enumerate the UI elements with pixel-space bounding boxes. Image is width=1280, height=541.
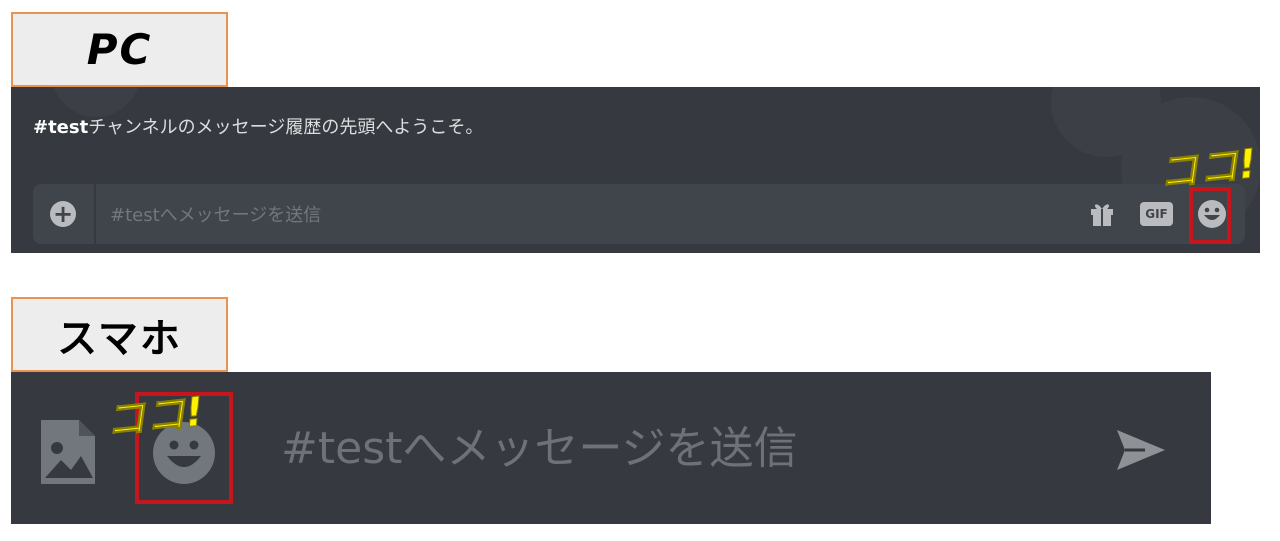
pc-chat-panel: #testチャンネルのメッセージ履歴の先頭へようこそ。 + GIF (11, 87, 1260, 253)
pc-section-label: PC (11, 12, 228, 87)
callout-text: ココ! (1156, 140, 1260, 197)
send-icon[interactable] (1115, 428, 1167, 472)
message-composer: + GIF (33, 184, 1245, 244)
message-input[interactable] (279, 417, 1043, 479)
callout-text: ココ! (103, 388, 207, 445)
gift-icon[interactable] (1087, 199, 1117, 229)
emoji-highlight-box (1189, 187, 1231, 244)
welcome-message: チャンネルのメッセージ履歴の先頭へようこそ。 (88, 117, 484, 138)
attach-plus-icon[interactable]: + (50, 201, 76, 227)
gif-button[interactable]: GIF (1140, 202, 1173, 226)
channel-welcome-text: #testチャンネルのメッセージ履歴の先頭へようこそ。 (33, 113, 483, 139)
smartphone-section-label: スマホ (11, 297, 228, 372)
message-input[interactable] (108, 198, 1012, 232)
composer-divider (94, 184, 96, 244)
channel-name: #test (33, 117, 89, 138)
image-icon[interactable] (37, 416, 99, 488)
